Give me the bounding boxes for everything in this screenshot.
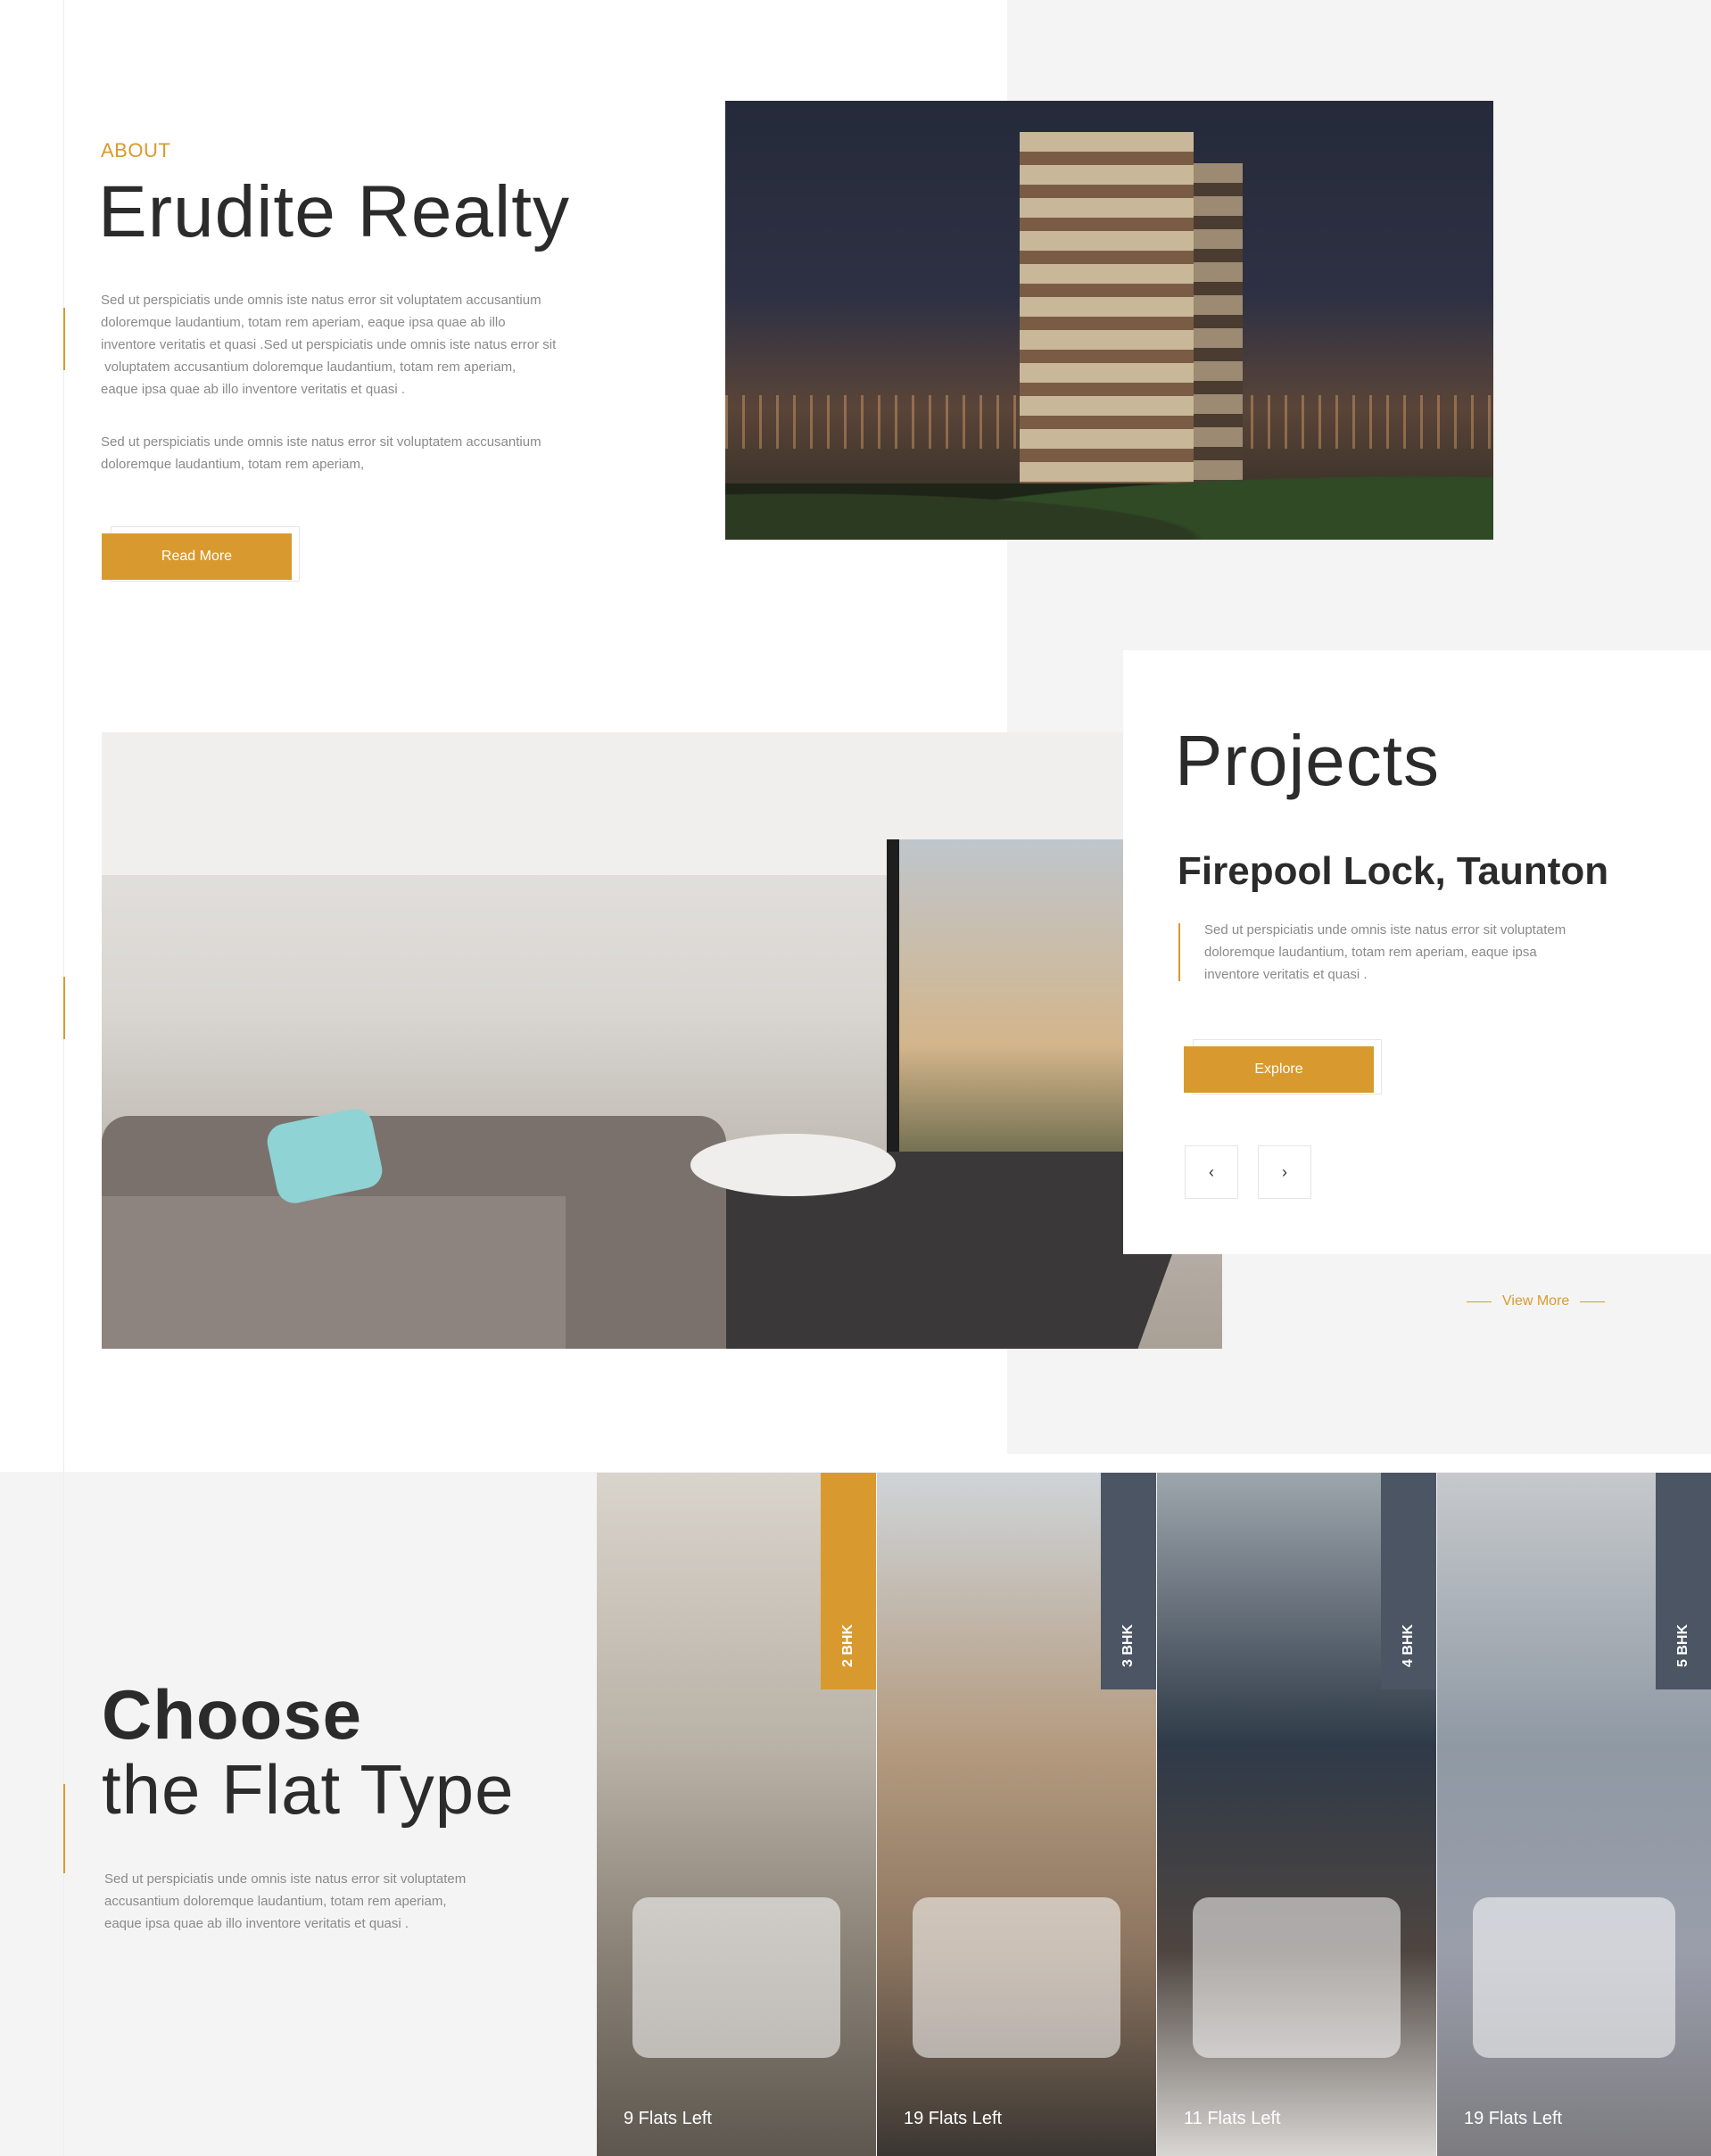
dash-right [1580,1301,1606,1302]
text-line: accusantium doloremque laudantium, totam… [104,1894,447,1909]
next-project-button[interactable]: › [1258,1145,1311,1199]
flat-card-2bhk[interactable]: 2 BHK 9 Flats Left [597,1473,876,2156]
text-line: eaque ipsa quae ab illo inventore verita… [101,382,406,397]
read-more-button[interactable]: Read More [102,533,292,580]
explore-button[interactable]: Explore [1184,1046,1374,1093]
explore-button-wrap: Explore [1184,1039,1382,1100]
about-title: Erudite Realty [98,171,571,252]
prev-project-button[interactable]: ‹ [1185,1145,1238,1199]
accent-mark-flats [63,1784,65,1873]
interior-sofa [913,1897,1120,2058]
flat-tag-label: 2 BHK [839,1623,856,1668]
trees [725,459,1493,540]
flats-left-label: 19 Flats Left [904,2109,1003,2128]
text-line: doloremque laudantium, totam rem aperiam… [1204,945,1537,960]
projects-panel: Projects Firepool Lock, Taunton Sed ut p… [1123,650,1711,1254]
text-line: inventore veritatis et quasi .Sed ut per… [101,337,557,352]
text-line: Sed ut perspiciatis unde omnis iste natu… [101,293,541,308]
text-line: Sed ut perspiciatis unde omnis iste natu… [104,1871,467,1887]
text-line: Sed ut perspiciatis unde omnis iste natu… [101,434,541,450]
flat-tag: 4 BHK [1381,1473,1436,1689]
coffee-table [690,1134,896,1196]
view-more-link[interactable]: View More [1467,1293,1606,1309]
flat-types-title-light: the Flat Type [102,1750,515,1829]
accent-mark-projects [63,977,65,1039]
text-line: doloremque laudantium, totam rem aperiam… [101,315,506,330]
text-line: doloremque laudantium, totam rem aperiam… [101,457,365,472]
flats-left-label: 11 Flats Left [1184,2109,1281,2128]
flat-card-5bhk[interactable]: 5 BHK 19 Flats Left [1437,1473,1711,2156]
flat-tag: 3 BHK [1101,1473,1156,1689]
chevron-left-icon: ‹ [1209,1162,1214,1181]
flat-tag: 2 BHK [821,1473,876,1689]
sofa-seat [102,1196,566,1349]
read-more-button-wrap: Read More [102,526,300,587]
about-paragraph-2: Sed ut perspiciatis unde omnis iste natu… [101,431,600,475]
flats-left-label: 19 Flats Left [1464,2109,1563,2128]
project-name: Firepool Lock, Taunton [1178,849,1609,893]
flats-left-label: 9 Flats Left [624,2109,712,2128]
interior-chairs [1193,1897,1401,2058]
text-line: eaque ipsa quae ab illo inventore verita… [104,1916,409,1931]
flat-tag-label: 5 BHK [1674,1623,1690,1668]
flat-tag-label: 3 BHK [1120,1623,1136,1668]
building-photo [725,101,1493,540]
flat-tag-label: 4 BHK [1400,1623,1416,1668]
interior-bed [1473,1897,1675,2058]
flat-types-description: Sed ut perspiciatis unde omnis iste natu… [104,1868,568,1935]
project-accent-mark [1178,923,1180,981]
flat-types-heading: Choose the Flat Type [102,1677,515,1827]
accent-mark-about [63,308,65,370]
flat-types-title-bold: Choose [102,1675,363,1754]
project-description: Sed ut perspiciatis unde omnis iste natu… [1204,919,1650,986]
view-more-label: View More [1502,1293,1570,1309]
text-line: inventore veritatis et quasi . [1204,967,1368,982]
about-paragraph-1: Sed ut perspiciatis unde omnis iste natu… [101,289,600,401]
interior-sofa [632,1897,840,2058]
flat-card-3bhk[interactable]: 3 BHK 19 Flats Left [877,1473,1156,2156]
flat-tag: 5 BHK [1656,1473,1711,1689]
projects-title: Projects [1175,721,1440,800]
chevron-right-icon: › [1282,1162,1287,1181]
flat-card-4bhk[interactable]: 4 BHK 11 Flats Left [1157,1473,1436,2156]
text-line: voluptatem accusantium doloremque laudan… [101,359,517,375]
living-room-photo [102,732,1222,1349]
about-eyebrow: ABOUT [101,139,171,161]
text-line: Sed ut perspiciatis unde omnis iste natu… [1204,922,1566,938]
dash-left [1467,1301,1492,1302]
